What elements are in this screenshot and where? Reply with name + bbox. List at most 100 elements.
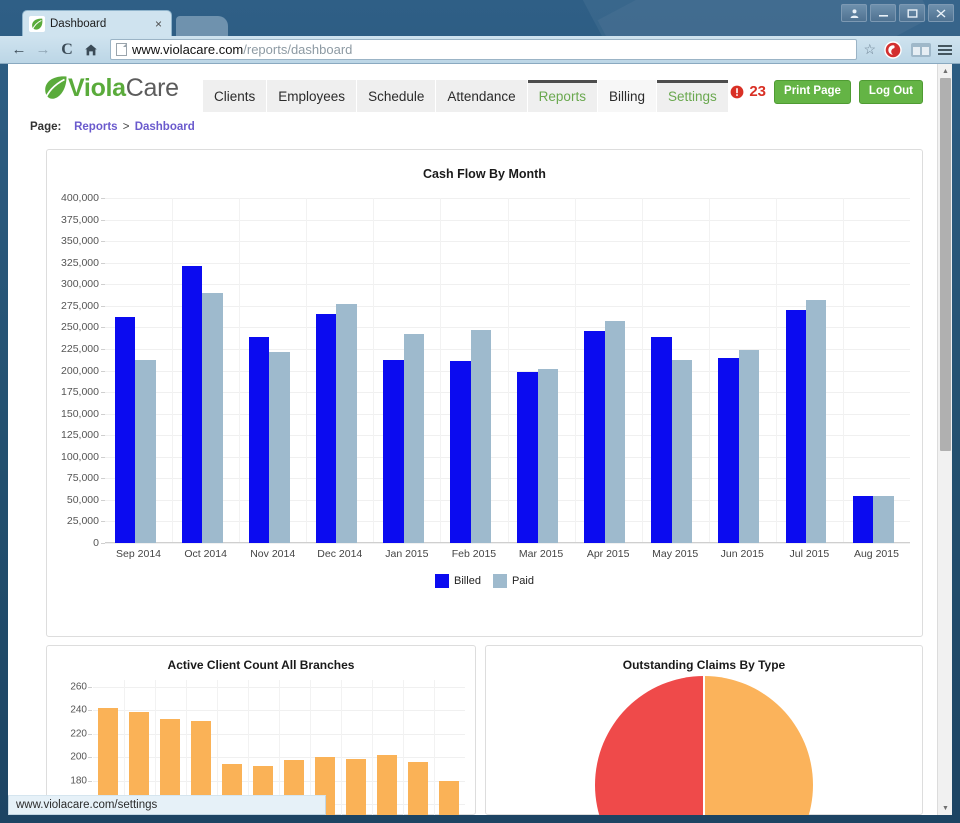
nav-item-billing[interactable]: Billing bbox=[597, 80, 656, 112]
bar-billed[interactable] bbox=[383, 360, 404, 543]
scroll-down-icon[interactable]: ▼ bbox=[938, 801, 952, 815]
log-out-button[interactable]: Log Out bbox=[858, 80, 923, 104]
y-tick-label: 300,000 bbox=[61, 278, 99, 291]
bar-active-clients[interactable] bbox=[345, 758, 367, 815]
outstanding-claims-title: Outstanding Claims By Type bbox=[622, 658, 786, 672]
bar-paid[interactable] bbox=[470, 329, 492, 543]
bar-billed[interactable] bbox=[517, 372, 538, 543]
bar-paid[interactable] bbox=[604, 321, 626, 543]
y-tick-label: 375,000 bbox=[61, 213, 99, 226]
user-profile-button[interactable] bbox=[841, 4, 867, 22]
legend-item-billed[interactable]: Billed bbox=[435, 574, 481, 588]
bar-paid[interactable] bbox=[806, 299, 827, 543]
bar-billed[interactable] bbox=[450, 361, 471, 543]
nav-item-clients[interactable]: Clients bbox=[203, 80, 267, 112]
bar-group bbox=[575, 198, 642, 543]
url-text: www.violacare.com/reports/dashboard bbox=[132, 42, 352, 57]
leaf-logo-icon bbox=[42, 75, 68, 103]
bar-billed[interactable] bbox=[248, 336, 270, 543]
bar-billed[interactable] bbox=[315, 314, 337, 543]
breadcrumb-item-dashboard[interactable]: Dashboard bbox=[135, 121, 195, 133]
scroll-up-icon[interactable]: ▲ bbox=[938, 64, 952, 78]
y-tick-mark bbox=[101, 305, 105, 307]
bar-paid[interactable] bbox=[537, 368, 559, 543]
main-navigation: Clients Employees Schedule Attendance Re… bbox=[203, 80, 729, 112]
logo-wordmark: ViolaCare bbox=[68, 74, 179, 103]
app-logo[interactable]: ViolaCare bbox=[42, 74, 179, 103]
minimize-button[interactable] bbox=[870, 4, 896, 22]
y-tick-mark bbox=[101, 348, 105, 350]
bar-paid[interactable] bbox=[202, 292, 223, 543]
y-tick-label: 220 bbox=[70, 728, 87, 740]
nav-item-schedule[interactable]: Schedule bbox=[357, 80, 436, 112]
y-tick-label: 400,000 bbox=[61, 192, 99, 204]
forward-icon[interactable]: → bbox=[32, 39, 54, 61]
extension-icon[interactable] bbox=[911, 42, 931, 57]
pie-slice-type-a[interactable] bbox=[595, 676, 704, 815]
bar-active-clients[interactable] bbox=[438, 780, 460, 815]
cash-flow-legend: Billed Paid bbox=[47, 574, 922, 588]
bar-billed[interactable] bbox=[114, 317, 136, 543]
breadcrumb-item-reports[interactable]: Reports bbox=[74, 121, 117, 133]
bar-paid[interactable] bbox=[738, 349, 760, 543]
bar-group bbox=[239, 198, 306, 543]
y-tick-mark bbox=[101, 413, 105, 415]
y-tick-mark bbox=[88, 733, 92, 735]
y-tick-mark bbox=[101, 435, 105, 437]
pie-chart[interactable] bbox=[595, 676, 813, 815]
print-page-button[interactable]: Print Page bbox=[774, 80, 851, 104]
bar-billed[interactable] bbox=[718, 358, 739, 543]
y-tick-mark bbox=[101, 241, 105, 243]
pie-slice-type-b[interactable] bbox=[704, 676, 813, 815]
maximize-button[interactable] bbox=[899, 4, 925, 22]
bookmark-star-icon[interactable]: ☆ bbox=[863, 41, 876, 58]
nav-item-employees[interactable]: Employees bbox=[267, 80, 357, 112]
browser-menu-icon[interactable] bbox=[938, 44, 952, 55]
tab-title: Dashboard bbox=[50, 17, 107, 30]
bar-group bbox=[306, 198, 373, 543]
y-tick-mark bbox=[101, 543, 105, 544]
breadcrumb: Page: Reports > Dashboard bbox=[30, 121, 195, 133]
browser-tab-dashboard[interactable]: Dashboard × bbox=[22, 10, 172, 36]
bar-active-clients[interactable] bbox=[407, 762, 429, 815]
new-tab-button[interactable] bbox=[176, 16, 228, 36]
nav-item-attendance[interactable]: Attendance bbox=[436, 80, 527, 112]
bar-paid[interactable] bbox=[873, 495, 894, 543]
active-clients-title: Active Client Count All Branches bbox=[167, 658, 355, 672]
address-bar[interactable]: www.violacare.com/reports/dashboard bbox=[110, 39, 858, 60]
bar-active-clients[interactable] bbox=[376, 755, 398, 815]
vertical-scrollbar[interactable]: ▲ ▼ bbox=[937, 64, 952, 815]
gridline bbox=[105, 543, 910, 544]
url-path: /reports/dashboard bbox=[243, 42, 353, 57]
scrollbar-thumb[interactable] bbox=[940, 78, 951, 451]
home-icon[interactable] bbox=[80, 39, 102, 61]
viola-leaf-favicon-icon bbox=[29, 15, 45, 32]
y-tick-mark bbox=[101, 499, 105, 501]
cash-flow-panel: Cash Flow By Month 0 25,000 50,000 75,000 10… bbox=[46, 149, 923, 637]
bar-paid[interactable] bbox=[269, 351, 290, 543]
close-button[interactable] bbox=[928, 4, 954, 22]
legend-swatch-billed bbox=[435, 574, 450, 588]
adblock-stop-icon[interactable] bbox=[884, 40, 902, 59]
bar-paid[interactable] bbox=[336, 304, 357, 543]
tab-close-icon[interactable]: × bbox=[152, 17, 165, 31]
reload-icon[interactable]: C bbox=[56, 39, 78, 61]
bar-billed[interactable] bbox=[584, 330, 605, 543]
bar-billed[interactable] bbox=[651, 336, 672, 543]
bar-billed[interactable] bbox=[785, 310, 806, 543]
bar-paid[interactable] bbox=[403, 334, 424, 543]
y-tick-label: 100,000 bbox=[61, 450, 99, 463]
nav-item-reports[interactable]: Reports bbox=[527, 80, 597, 112]
back-icon[interactable]: ← bbox=[8, 39, 30, 61]
bar-paid[interactable] bbox=[135, 360, 156, 543]
bar-billed[interactable] bbox=[852, 496, 874, 543]
bar-group bbox=[642, 198, 709, 543]
nav-item-settings[interactable]: Settings bbox=[656, 80, 728, 112]
bar-paid[interactable] bbox=[671, 360, 693, 543]
bar-billed[interactable] bbox=[181, 266, 203, 543]
cash-flow-y-axis: 0 25,000 50,000 75,000 100,000 125,000 150,000… bbox=[47, 192, 99, 549]
legend-item-paid[interactable]: Paid bbox=[492, 574, 534, 588]
alert-indicator[interactable]: 23 bbox=[730, 83, 766, 100]
vertical-gridline bbox=[403, 680, 404, 815]
y-tick-label: 25,000 bbox=[66, 515, 99, 528]
